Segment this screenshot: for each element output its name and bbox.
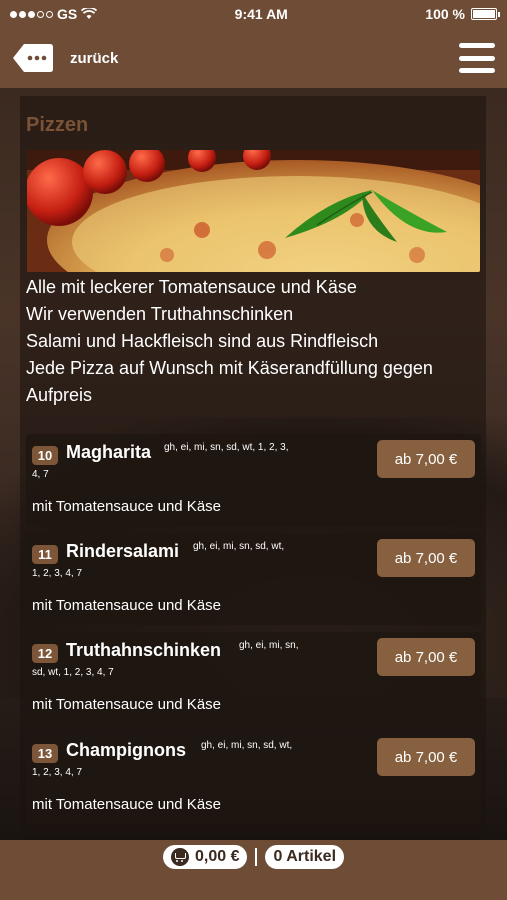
item-description: mit Tomatensauce und Käse: [32, 597, 222, 614]
info-line: Jede Pizza auf Wunsch mit Käserandfüllun…: [26, 358, 433, 378]
item-allergens: gh, ei, mi, sn, sd, wt,: [201, 740, 293, 751]
item-description: mit Tomatensauce und Käse: [32, 796, 222, 813]
cart-count: 0 Artikel: [273, 848, 337, 865]
item-name: Truthahnschinken: [66, 640, 222, 660]
item-name: Champignons: [66, 740, 186, 760]
price-button[interactable]: ab 7,00 €: [377, 738, 475, 776]
cart-total-button[interactable]: 0,00 €: [162, 845, 248, 869]
status-time: 9:41 AM: [234, 6, 288, 22]
pizza-hero-image: [27, 150, 480, 272]
info-line: Salami und Hackfleisch sind aus Rindflei…: [26, 331, 379, 351]
item-number-badge: 13: [32, 744, 58, 763]
item-number-badge: 10: [32, 446, 58, 465]
back-arrow-icon: [12, 42, 54, 74]
item-allergens: gh, ei, mi, sn, sd, wt,: [193, 541, 285, 552]
item-allergens: gh, ei, mi, sn, sd, wt, 1, 2, 3,: [164, 442, 289, 453]
carrier-name: GS: [57, 6, 78, 22]
info-line: Wir verwenden Truthahnschinken: [26, 304, 294, 324]
price-button[interactable]: ab 7,00 €: [377, 638, 475, 676]
item-allergens-cont: sd, wt, 1, 2, 3, 4, 7: [32, 667, 114, 678]
signal-strength-icon: [10, 10, 53, 18]
hamburger-menu-icon[interactable]: [459, 43, 495, 73]
info-line: Alle mit leckerer Tomatensauce und Käse: [26, 277, 357, 297]
battery-percent: 100 %: [425, 6, 465, 22]
status-right: 100 %: [425, 6, 500, 22]
item-allergens-cont: 1, 2, 3, 4, 7: [32, 568, 83, 579]
item-number-badge: 12: [32, 644, 58, 663]
menu-item[interactable]: 13 Champignons gh, ei, mi, sn, sd, wt, 1…: [26, 732, 481, 824]
nav-bar: zurück: [0, 28, 507, 88]
cart-icon: [170, 848, 189, 866]
wifi-icon: [81, 8, 98, 19]
item-number-badge: 11: [32, 545, 58, 564]
item-description: mit Tomatensauce und Käse: [32, 696, 222, 713]
item-description: mit Tomatensauce und Käse: [32, 498, 222, 515]
item-name: Magharita: [66, 442, 152, 462]
price-button[interactable]: ab 7,00 €: [377, 440, 475, 478]
cart-bar: 0,00 € 0 Artikel: [0, 840, 507, 900]
cart-count-button[interactable]: 0 Artikel: [265, 845, 345, 869]
item-allergens: gh, ei, mi, sn,: [239, 640, 299, 651]
item-name: Rindersalami: [66, 541, 180, 561]
back-label: zurück: [70, 49, 119, 67]
info-line: Aufpreis: [26, 385, 93, 405]
cart-divider: [255, 848, 258, 866]
menu-item[interactable]: 11 Rindersalami gh, ei, mi, sn, sd, wt, …: [26, 533, 481, 625]
back-button[interactable]: zurück: [12, 42, 118, 74]
status-left: GS: [10, 6, 98, 22]
item-allergens-cont: 1, 2, 3, 4, 7: [32, 767, 83, 778]
menu-item[interactable]: 12 Truthahnschinken gh, ei, mi, sn, sd, …: [26, 632, 481, 724]
menu-item[interactable]: 10 Magharita gh, ei, mi, sn, sd, wt, 1, …: [26, 434, 481, 526]
status-bar: GS 9:41 AM 100 %: [0, 0, 507, 28]
section-info: Alle mit leckerer Tomatensauce und Käse …: [26, 274, 482, 409]
item-allergens-cont: 4, 7: [32, 469, 49, 480]
battery-icon: [470, 8, 500, 20]
section-title: Pizzen: [26, 114, 89, 136]
price-button[interactable]: ab 7,00 €: [377, 539, 475, 577]
cart-total: 0,00 €: [194, 848, 240, 865]
